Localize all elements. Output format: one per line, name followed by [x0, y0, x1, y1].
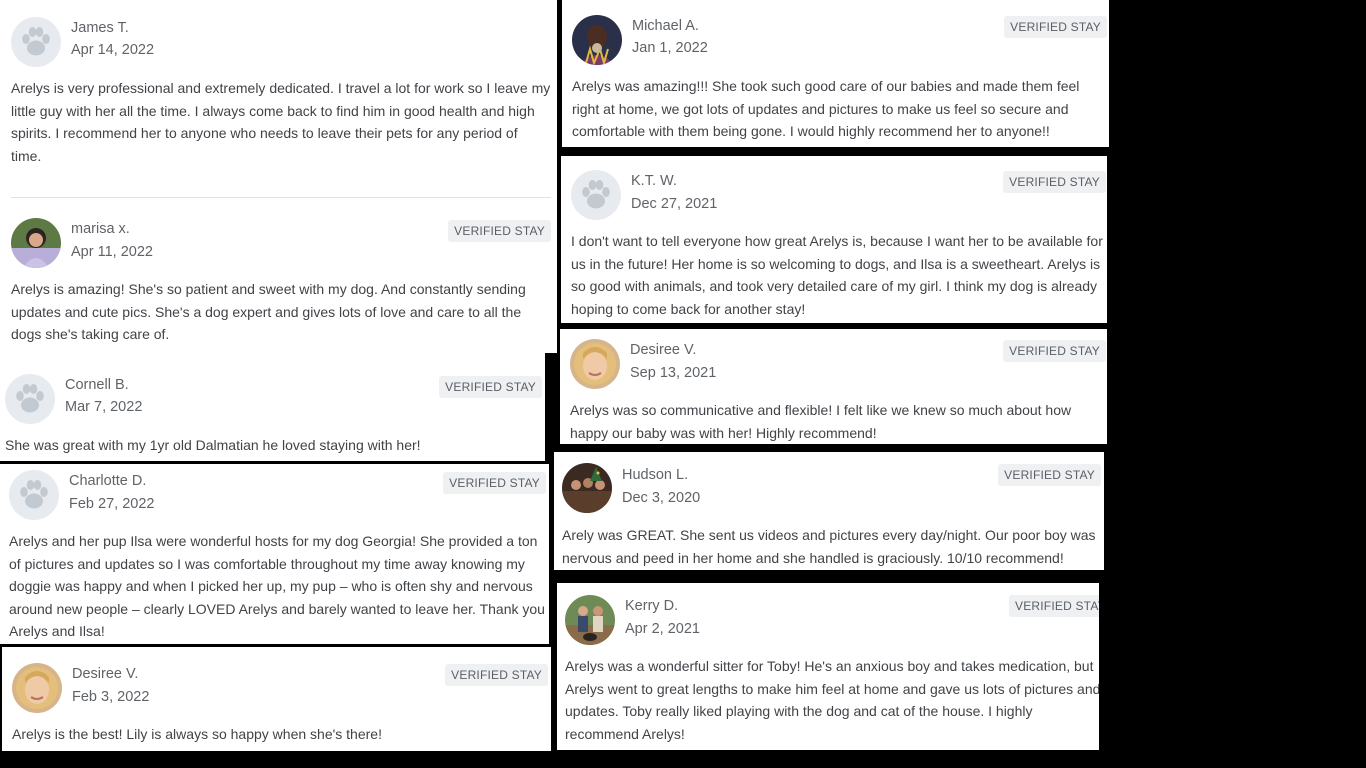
review-text: I don't want to tell everyone how great …: [571, 233, 1103, 317]
reviewer-name: Kerry D.: [625, 598, 679, 614]
review-card: Hudson L. Dec 3, 2020 VERIFIED STAY Arel…: [554, 452, 1104, 570]
review-date: Apr 14, 2022: [71, 42, 155, 58]
avatar: [11, 218, 61, 268]
review-card: Kerry D. Apr 2, 2021 VERIFIED STAY Arely…: [557, 583, 1099, 750]
review-date: Apr 2, 2021: [625, 621, 700, 637]
review-date: Jan 1, 2022: [632, 40, 708, 56]
paw-icon: [9, 470, 59, 520]
paw-icon: [571, 170, 621, 220]
verified-stay-badge: VERIFIED STAY: [1009, 595, 1099, 617]
review-text: Arelys is very professional and extremel…: [11, 80, 551, 164]
paw-icon: [11, 17, 61, 67]
review-card: Cornell B. Mar 7, 2022 VERIFIED STAY She…: [0, 353, 545, 461]
review-date: Apr 11, 2022: [71, 244, 153, 260]
review-text: Arely was GREAT. She sent us videos and …: [562, 527, 1096, 566]
reviewer-name: Hudson L.: [622, 467, 689, 483]
avatar: [565, 595, 615, 645]
reviewer-name: K.T. W.: [631, 173, 677, 189]
verified-stay-badge: VERIFIED STAY: [1003, 171, 1106, 193]
review-text: Arelys is the best! Lily is always so ha…: [12, 726, 382, 742]
review-text: Arelys and her pup Ilsa were wonderful h…: [9, 533, 545, 639]
verified-stay-badge: VERIFIED STAY: [439, 376, 542, 398]
reviewer-name: Desiree V.: [72, 666, 139, 682]
verified-stay-badge: VERIFIED STAY: [1003, 340, 1106, 362]
reviewer-name: James T.: [71, 20, 129, 36]
review-card: Charlotte D. Feb 27, 2022 VERIFIED STAY …: [0, 464, 549, 644]
review-date: Feb 3, 2022: [72, 689, 150, 705]
verified-stay-badge: VERIFIED STAY: [448, 220, 551, 242]
verified-stay-badge: VERIFIED STAY: [998, 464, 1101, 486]
review-date: Sep 13, 2021: [630, 365, 717, 381]
reviewer-name: Michael A.: [632, 18, 699, 34]
avatar: [12, 663, 62, 713]
paw-icon: [5, 374, 55, 424]
reviewer-name: marisa x.: [71, 221, 130, 237]
review-card: Michael A. Jan 1, 2022 VERIFIED STAY Are…: [562, 0, 1109, 147]
review-text: Arelys was a wonderful sitter for Toby! …: [565, 658, 1099, 742]
divider: [11, 197, 551, 198]
avatar: [570, 339, 620, 389]
reviewer-name: Charlotte D.: [69, 473, 147, 489]
review-date: Dec 3, 2020: [622, 490, 701, 506]
verified-stay-badge: VERIFIED STAY: [443, 472, 546, 494]
review-date: Dec 27, 2021: [631, 196, 718, 212]
review-date: Feb 27, 2022: [69, 496, 155, 512]
review-card: Desiree V. Sep 13, 2021 VERIFIED STAY Ar…: [560, 329, 1107, 444]
verified-stay-badge: VERIFIED STAY: [445, 664, 548, 686]
review-card: K.T. W. Dec 27, 2021 VERIFIED STAY I don…: [561, 156, 1107, 323]
review-text: Arelys is amazing! She's so patient and …: [11, 281, 526, 342]
review-text: Arelys was amazing!!! She took such good…: [572, 78, 1080, 139]
review-text: She was great with my 1yr old Dalmatian …: [5, 437, 421, 453]
review-date: Mar 7, 2022: [65, 399, 143, 415]
review-card: Desiree V. Feb 3, 2022 VERIFIED STAY Are…: [2, 647, 551, 751]
avatar: [562, 463, 612, 513]
reviewer-name: Desiree V.: [630, 342, 697, 358]
review-text: Arelys was so communicative and flexible…: [570, 402, 1072, 441]
review-card: James T. Apr 14, 2022 Arelys is very pro…: [0, 0, 557, 208]
reviewer-name: Cornell B.: [65, 377, 129, 393]
avatar: [572, 15, 622, 65]
verified-stay-badge: VERIFIED STAY: [1004, 16, 1107, 38]
review-card: marisa x. Apr 11, 2022 VERIFIED STAY Are…: [0, 208, 557, 353]
